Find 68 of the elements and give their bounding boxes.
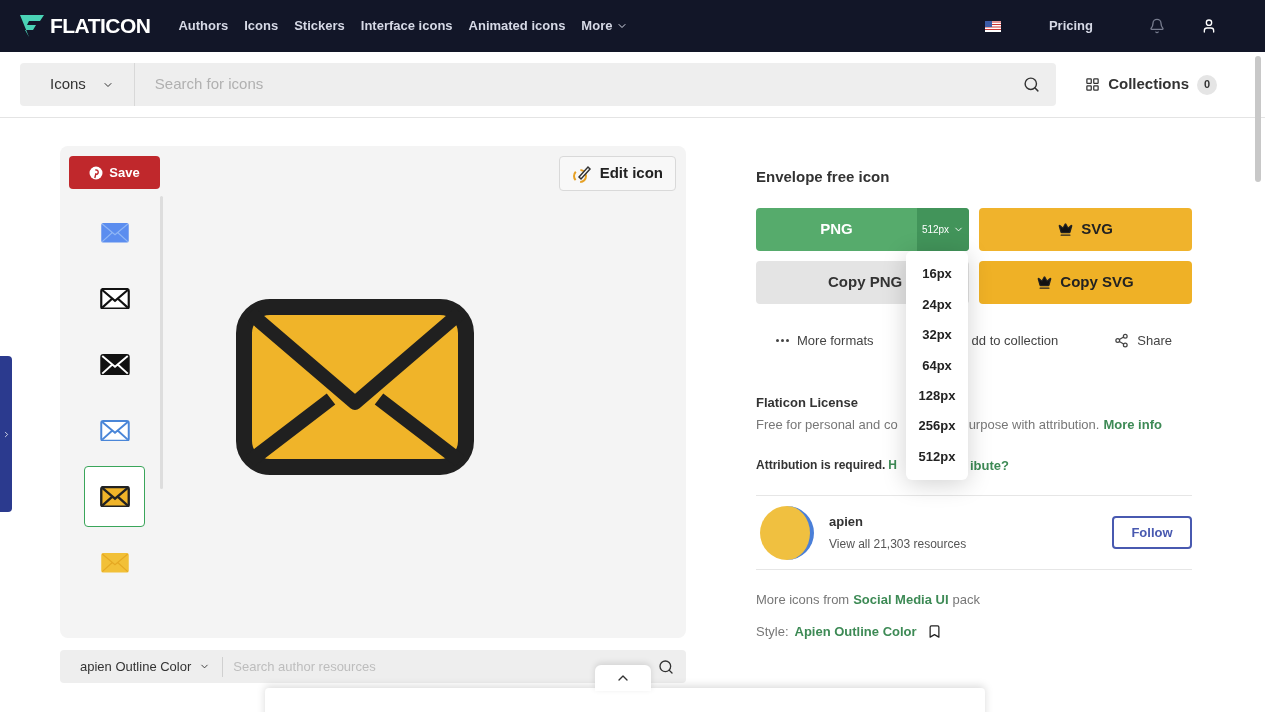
category-dropdown[interactable]: Icons	[20, 63, 135, 106]
more-info-link[interactable]: More info	[1103, 415, 1162, 435]
envelope-icon	[99, 287, 130, 310]
size-option[interactable]: 128px	[918, 380, 956, 411]
search-field[interactable]: Search for icons	[134, 73, 1023, 96]
envelope-icon	[99, 221, 130, 244]
how-to-attribute-link[interactable]: ibute?	[970, 455, 1009, 475]
nav-link[interactable]: Animated icons	[468, 16, 566, 36]
crown-icon	[1058, 221, 1074, 237]
envelope-icon	[99, 353, 130, 376]
envelope-icon	[99, 485, 130, 508]
size-option[interactable]: 16px	[922, 259, 952, 290]
size-option[interactable]: 512px	[918, 441, 956, 472]
envelope-icon	[235, 299, 474, 475]
nav-link[interactable]: Stickers	[294, 16, 345, 36]
copy-svg-button[interactable]: Copy SVG	[979, 260, 1192, 304]
style-label: Style:	[756, 622, 789, 641]
notifications-icon[interactable]	[1149, 18, 1165, 34]
icon-title: Envelope free icon	[756, 167, 891, 187]
save-button[interactable]: Save	[69, 156, 160, 189]
crown-icon	[1037, 274, 1053, 290]
flag-icon[interactable]	[984, 20, 1001, 32]
attribution-text: Attribution is required.	[756, 456, 886, 474]
svg-download-button[interactable]: SVG	[979, 207, 1192, 251]
collections-button[interactable]: Collections 0	[1085, 73, 1217, 96]
user-icon[interactable]	[1201, 18, 1217, 34]
size-option[interactable]: 32px	[922, 319, 952, 351]
pencil-icon	[571, 163, 592, 184]
pack-link[interactable]: Social Media UI	[853, 590, 949, 610]
collections-count: 0	[1197, 74, 1217, 95]
size-option[interactable]: 256px	[918, 410, 956, 442]
size-option[interactable]: 64px	[922, 350, 952, 381]
grid-icon	[1085, 77, 1101, 92]
search-icon[interactable]	[658, 658, 674, 675]
share-icon	[1114, 333, 1130, 348]
author-name[interactable]: apien	[829, 512, 967, 532]
license-text: Free for personal and co	[756, 416, 898, 434]
page-scrollbar[interactable]	[1255, 56, 1261, 182]
logo-icon	[20, 15, 44, 37]
how-to-attribute-link[interactable]: H	[888, 455, 897, 475]
style-dropdown[interactable]: apien Outline Color	[60, 656, 224, 677]
license-title: Flaticon License	[756, 393, 858, 412]
follow-button[interactable]: Follow	[1112, 516, 1192, 549]
author-resources-link[interactable]: View all 21,303 resources	[829, 534, 967, 553]
logo-text[interactable]: FLATICON	[50, 10, 151, 42]
share-button[interactable]: Share	[1114, 330, 1172, 351]
license-text: urpose with attribution.	[968, 416, 1100, 434]
more-formats-button[interactable]: More formats	[776, 330, 874, 351]
envelope-icon	[99, 551, 130, 574]
add-to-collection-button[interactable]: dd to collection	[971, 330, 1059, 351]
author-avatar[interactable]	[760, 505, 814, 560]
nav-link[interactable]: More	[581, 16, 629, 36]
pack-text: pack	[952, 591, 981, 609]
search-bar[interactable]: Icons Search for icons	[20, 63, 1056, 106]
size-dropdown[interactable]: 512px	[917, 207, 969, 251]
nav-link[interactable]: Icons	[244, 16, 279, 36]
envelope-icon	[99, 419, 130, 442]
pack-text: More icons from	[756, 591, 850, 609]
bookmark-icon[interactable]	[926, 623, 942, 639]
variant-thumbnail[interactable]	[84, 466, 145, 527]
nav-link[interactable]: Interface icons	[360, 16, 453, 36]
pricing-link[interactable]: Pricing	[1048, 16, 1093, 36]
dots-icon	[776, 339, 789, 342]
nav-link[interactable]: Authors	[178, 16, 229, 36]
style-link[interactable]: Apien Outline Color	[794, 621, 917, 641]
png-download-button[interactable]: PNG 512px	[756, 207, 969, 251]
edit-icon-button[interactable]: Edit icon	[558, 156, 676, 191]
search-icon[interactable]	[1023, 76, 1040, 93]
